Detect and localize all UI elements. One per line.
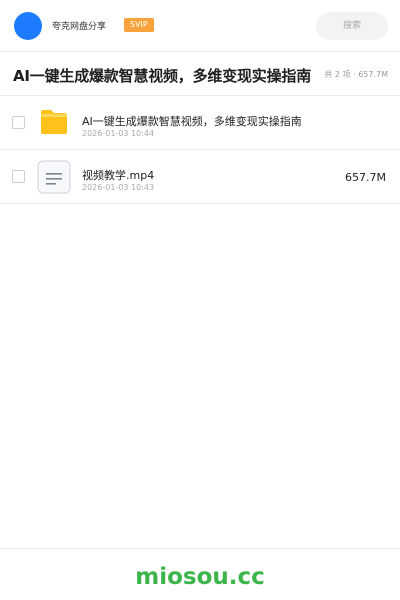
video-file-icon (37, 160, 71, 194)
file-name[interactable]: AI一键生成爆款智慧视频，多维变现实操指南 (82, 113, 302, 129)
file-row-folder[interactable]: AI一键生成爆款智慧视频，多维变现实操指南 2026-01-03 10:44 (0, 96, 400, 150)
footer: miosou.cc (0, 548, 400, 600)
file-row-video[interactable]: 视频教学.mp4 2026-01-03 10:43 657.7M (0, 150, 400, 204)
file-name[interactable]: 视频教学.mp4 (82, 167, 154, 183)
file-date: 2026-01-03 10:43 (82, 183, 155, 192)
page-title: AI一键生成爆款智慧视频，多维变现实操指南 (13, 67, 311, 85)
brand-name: 夸克网盘分享 (52, 22, 107, 32)
select-checkbox[interactable] (12, 170, 25, 183)
svip-badge: SVIP (124, 18, 154, 32)
watermark: miosou.cc (135, 564, 265, 590)
search-input[interactable] (316, 12, 388, 40)
select-checkbox[interactable] (12, 116, 25, 129)
share-summary: 共 2 项 · 657.7M (324, 70, 388, 79)
file-size: 657.7M (345, 171, 386, 184)
folder-icon (41, 110, 67, 134)
share-header: 夸克网盘分享 SVIP (0, 0, 400, 52)
share-title-bar: AI一键生成爆款智慧视频，多维变现实操指南 共 2 项 · 657.7M (0, 52, 400, 96)
avatar[interactable] (14, 12, 42, 40)
file-date: 2026-01-03 10:44 (82, 129, 155, 138)
